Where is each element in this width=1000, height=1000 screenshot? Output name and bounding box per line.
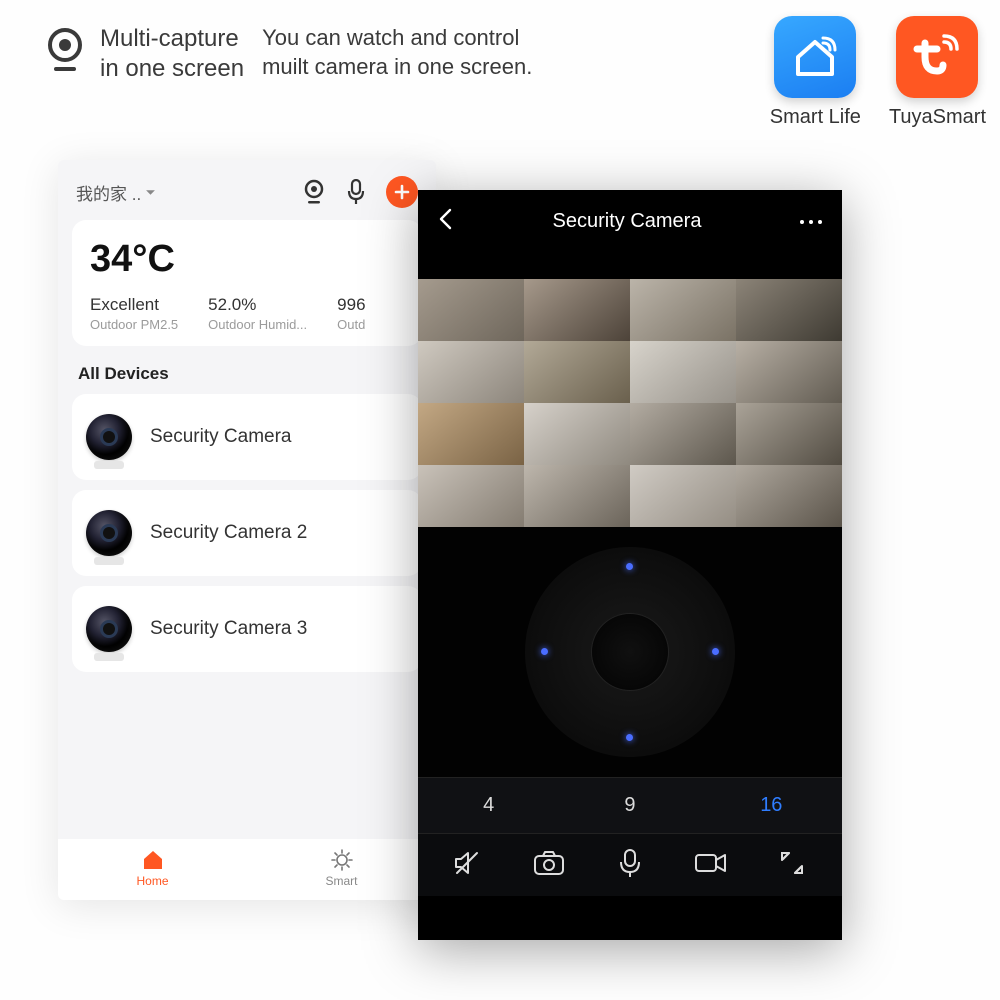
camera-grid	[418, 279, 842, 527]
page-title: Security Camera	[553, 210, 702, 233]
camera-tile[interactable]	[630, 341, 736, 403]
toolbar	[418, 834, 842, 896]
camera-tile[interactable]	[630, 465, 736, 527]
camera-tile[interactable]	[736, 403, 842, 465]
back-button[interactable]	[438, 208, 454, 235]
camera-icon	[86, 510, 132, 556]
camera-tile[interactable]	[524, 341, 630, 403]
speaker-mute-icon	[453, 849, 483, 877]
home-selector-label: 我的家 ..	[76, 180, 141, 205]
camera-tile[interactable]	[630, 403, 736, 465]
smartlife-icon	[774, 16, 856, 98]
humidity-label: Outdoor Humid...	[208, 317, 307, 332]
dpad-left[interactable]	[541, 648, 548, 655]
nav-home[interactable]: Home	[58, 839, 247, 900]
pm25-label: Outdoor PM2.5	[90, 317, 178, 332]
header-desc-2: muilt camera in one screen.	[262, 53, 532, 82]
chevron-left-icon	[438, 208, 454, 230]
home-icon	[142, 849, 164, 871]
expand-icon	[779, 850, 805, 876]
camera-icon	[86, 606, 132, 652]
camera-tile[interactable]	[418, 465, 524, 527]
pressure-label: Outd	[337, 317, 365, 332]
phone-camera-view: Security Camera 4 9 16	[418, 190, 842, 940]
nav-smart-label: Smart	[325, 874, 357, 888]
device-list: Security Camera Security Camera 2 Securi…	[58, 394, 436, 672]
grid-9[interactable]: 9	[559, 778, 700, 833]
device-name: Security Camera	[150, 426, 292, 448]
dpad-up[interactable]	[626, 563, 633, 570]
tuya-label: TuyaSmart	[889, 106, 986, 129]
camera-tile[interactable]	[418, 279, 524, 341]
ptz-dpad[interactable]	[525, 547, 735, 757]
section-all-devices: All Devices	[58, 356, 436, 394]
camera-tile[interactable]	[736, 465, 842, 527]
nav-home-label: Home	[136, 874, 168, 888]
grid-size-selector: 4 9 16	[418, 777, 842, 834]
camera-tile[interactable]	[630, 279, 736, 341]
camera-icon	[533, 850, 565, 876]
list-item[interactable]: Security Camera	[72, 394, 422, 480]
mic-icon[interactable]	[346, 179, 366, 205]
camera-tile[interactable]	[524, 403, 630, 465]
tuya-badge: TuyaSmart	[889, 16, 986, 129]
snapshot-button[interactable]	[509, 848, 590, 878]
header-title-1: Multi-capture	[100, 24, 244, 54]
video-icon	[694, 851, 728, 875]
add-button[interactable]	[386, 176, 418, 208]
camera-tile[interactable]	[524, 279, 630, 341]
humidity-value: 52.0%	[208, 295, 307, 315]
talk-button[interactable]	[590, 848, 671, 878]
record-button[interactable]	[670, 848, 751, 878]
camera-tile[interactable]	[736, 341, 842, 403]
grid-16[interactable]: 16	[701, 778, 842, 833]
dpad-center[interactable]	[592, 614, 668, 690]
pm25-value: Excellent	[90, 295, 178, 315]
chevron-down-icon	[145, 187, 156, 198]
plus-icon	[394, 184, 410, 200]
camera-tile[interactable]	[524, 465, 630, 527]
header-title-2: in one screen	[100, 54, 244, 84]
device-name: Security Camera 2	[150, 522, 307, 544]
camera-icon	[86, 414, 132, 460]
pressure-value: 996	[337, 295, 365, 315]
list-item[interactable]: Security Camera 2	[72, 490, 422, 576]
list-item[interactable]: Security Camera 3	[72, 586, 422, 672]
camera-tile[interactable]	[736, 279, 842, 341]
camera-tile[interactable]	[418, 341, 524, 403]
tuya-icon	[896, 16, 978, 98]
camera-target-icon[interactable]	[302, 179, 326, 205]
nav-smart[interactable]: Smart	[247, 839, 436, 900]
camera-tile[interactable]	[418, 403, 524, 465]
header-desc-1: You can watch and control	[262, 24, 532, 53]
smartlife-label: Smart Life	[770, 106, 861, 129]
smartlife-badge: Smart Life	[770, 16, 861, 129]
temperature: 34°C	[90, 238, 404, 281]
camera-bullseye-icon	[42, 28, 88, 74]
grid-4[interactable]: 4	[418, 778, 559, 833]
sun-icon	[331, 849, 353, 871]
mic-icon	[618, 848, 642, 878]
more-button[interactable]	[800, 220, 822, 224]
phone-smartlife: 我的家 .. 34°C Excellent Outdoor PM2.5 52.0…	[58, 160, 436, 900]
weather-card[interactable]: 34°C Excellent Outdoor PM2.5 52.0% Outdo…	[72, 220, 422, 346]
mute-button[interactable]	[428, 848, 509, 878]
dpad-down[interactable]	[626, 734, 633, 741]
dpad-right[interactable]	[712, 648, 719, 655]
device-name: Security Camera 3	[150, 618, 307, 640]
fullscreen-button[interactable]	[751, 848, 832, 878]
bottom-nav: Home Smart	[58, 839, 436, 900]
app-badges: Smart Life TuyaSmart	[770, 16, 986, 129]
home-selector[interactable]: 我的家 ..	[76, 180, 156, 205]
